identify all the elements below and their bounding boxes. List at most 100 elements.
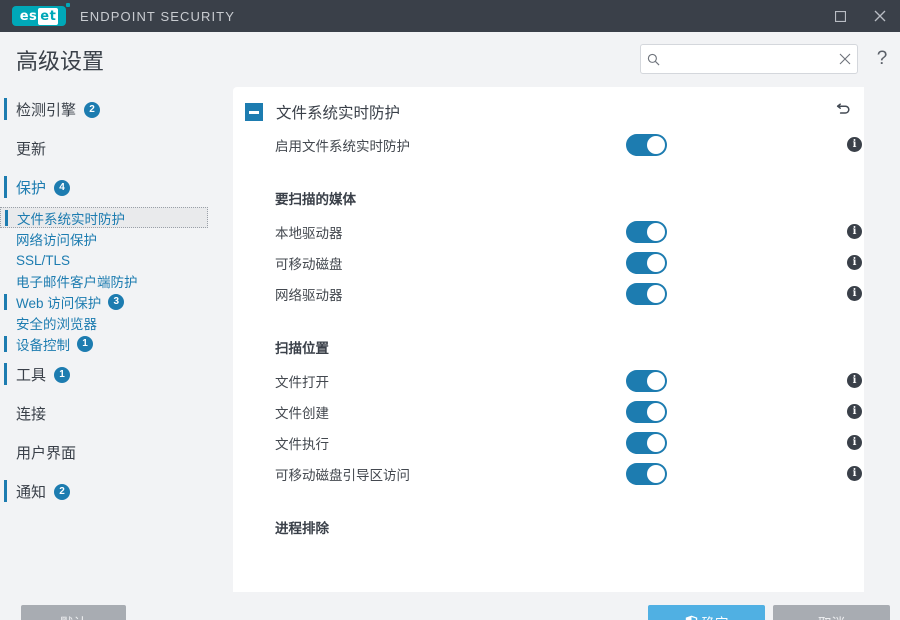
toggle-knob	[647, 402, 665, 421]
sidebar-subitem-label: SSL/TLS	[16, 252, 71, 268]
setting-toggle[interactable]	[626, 462, 667, 485]
sidebar-subitem-2-4[interactable]: Web 访问保护 3	[0, 292, 233, 312]
sidebar-subitem-label: 电子邮件客户端防护	[16, 275, 138, 290]
help-icon[interactable]: ?	[874, 48, 890, 70]
sidebar-item-badge: 2	[54, 483, 71, 500]
info-icon[interactable]: i	[847, 373, 862, 388]
settings-group-heading: 扫描位置	[275, 341, 329, 356]
info-icon[interactable]: i	[847, 224, 862, 239]
sidebar: 检测引擎 2 更新 保护 4 文件系统实时防护 网络访问保护 SSL/TLS 电子邮件客户端防护…	[0, 87, 233, 592]
sidebar-subitem-label: 文件系统实时防护	[17, 211, 125, 227]
shield-icon	[685, 615, 698, 620]
sidebar-active-marker	[4, 336, 7, 352]
sidebar-item-2[interactable]: 保护 4	[0, 168, 233, 207]
toggle-knob	[647, 371, 665, 390]
sidebar-subitem-2-0[interactable]: 文件系统实时防护	[0, 207, 208, 228]
setting-toggle[interactable]	[626, 251, 667, 274]
settings-list: 启用文件系统实时防护 i 要扫描的媒体 本地驱动器 i 可移动磁盘 i 网络驱动器 i 扫描位置文…	[233, 129, 864, 537]
setting-row: 文件创建 i	[233, 396, 864, 427]
sidebar-group: 工具 1	[0, 355, 233, 394]
setting-label: 文件创建	[275, 405, 329, 421]
search-area: ?	[640, 44, 890, 74]
sidebar-subitem-2-6[interactable]: 设备控制 1	[0, 334, 233, 354]
sidebar-active-marker	[4, 480, 7, 502]
body: 检测引擎 2 更新 保护 4 文件系统实时防护 网络访问保护 SSL/TLS 电子邮件客户端防护…	[0, 87, 900, 592]
info-icon[interactable]: i	[847, 286, 862, 301]
setting-label: 网络驱动器	[275, 287, 343, 303]
sidebar-item-label: 保护	[16, 180, 47, 197]
search-box[interactable]	[640, 44, 858, 74]
clear-search-icon[interactable]	[839, 53, 851, 65]
sidebar-subitem-label: Web 访问保护	[16, 296, 102, 311]
sidebar-subitem-label: 设备控制	[16, 338, 70, 353]
setting-label: 文件打开	[275, 374, 329, 390]
setting-label: 可移动磁盘引导区访问	[275, 467, 410, 483]
setting-toggle[interactable]	[626, 133, 667, 156]
sidebar-item-badge: 4	[54, 179, 71, 196]
setting-row: 本地驱动器 i	[233, 216, 864, 247]
sidebar-item-3[interactable]: 工具 1	[0, 355, 233, 394]
sidebar-item-5[interactable]: 用户界面	[0, 433, 233, 472]
page-title: 高级设置	[16, 48, 105, 74]
setting-toggle[interactable]	[626, 431, 667, 454]
settings-group-heading: 进程排除	[275, 521, 329, 536]
info-icon[interactable]: i	[847, 466, 862, 481]
sidebar-item-4[interactable]: 连接	[0, 394, 233, 433]
content-scroll[interactable]: 文件系统实时防护 启用文件系统实时防护 i 要扫描的媒体 本地驱动器 i 可移动磁盘 i 网络…	[233, 87, 864, 592]
sidebar-item-label: 通知	[16, 484, 47, 501]
search-input[interactable]	[664, 52, 835, 66]
sidebar-subitem-label: 安全的浏览器	[16, 317, 97, 332]
cancel-button[interactable]: 取消	[773, 605, 890, 620]
info-icon[interactable]: i	[847, 435, 862, 450]
minus-square-icon[interactable]	[245, 103, 263, 121]
sidebar-active-marker	[4, 176, 7, 198]
sidebar-subitem-label: 网络访问保护	[16, 233, 97, 248]
sidebar-subitem-2-1[interactable]: 网络访问保护	[0, 229, 233, 249]
setting-row: 可移动磁盘 i	[233, 247, 864, 278]
info-icon[interactable]: i	[847, 255, 862, 270]
eset-logo: es et	[12, 3, 70, 26]
setting-toggle[interactable]	[626, 282, 667, 305]
logo-text-es: es	[19, 8, 38, 24]
sidebar-subitem-2-5[interactable]: 安全的浏览器	[0, 313, 233, 333]
info-icon[interactable]: i	[847, 404, 862, 419]
app-title: ENDPOINT SECURITY	[80, 8, 235, 24]
sidebar-item-1[interactable]: 更新	[0, 129, 233, 168]
page-header: 高级设置 ?	[0, 32, 900, 87]
sidebar-group: 检测引擎 2	[0, 90, 233, 129]
eset-logo-mark: es et	[12, 3, 70, 26]
maximize-icon[interactable]	[820, 0, 860, 32]
sidebar-item-label: 连接	[16, 406, 47, 423]
section-header: 文件系统实时防护	[233, 87, 864, 123]
sidebar-item-0[interactable]: 检测引擎 2	[0, 90, 233, 129]
setting-label: 本地驱动器	[275, 225, 343, 241]
sidebar-item-label: 检测引擎	[16, 102, 77, 119]
sidebar-active-marker	[4, 294, 7, 310]
toggle-knob	[647, 135, 665, 154]
search-icon	[647, 53, 660, 66]
sidebar-subitem-2-3[interactable]: 电子邮件客户端防护	[0, 271, 233, 291]
sidebar-active-marker	[4, 363, 7, 385]
sidebar-group: 用户界面	[0, 433, 233, 472]
close-icon[interactable]	[860, 0, 900, 32]
sidebar-subitem-2-2[interactable]: SSL/TLS	[0, 250, 233, 270]
ok-button[interactable]: 确定	[648, 605, 765, 620]
toggle-knob	[647, 284, 665, 303]
sidebar-item-badge: 1	[54, 366, 71, 383]
setting-toggle[interactable]	[626, 220, 667, 243]
sidebar-item-6[interactable]: 通知 2	[0, 472, 233, 511]
setting-label: 启用文件系统实时防护	[275, 138, 410, 154]
setting-row: 网络驱动器 i	[233, 278, 864, 309]
settings-group-heading: 要扫描的媒体	[275, 192, 356, 207]
sidebar-group: 连接	[0, 394, 233, 433]
info-icon[interactable]: i	[847, 137, 862, 152]
default-button[interactable]: 默认	[21, 605, 126, 620]
setting-row: 可移动磁盘引导区访问 i	[233, 458, 864, 489]
setting-toggle[interactable]	[626, 400, 667, 423]
sidebar-group: 通知 2	[0, 472, 233, 511]
setting-toggle[interactable]	[626, 369, 667, 392]
sidebar-active-marker	[5, 210, 8, 226]
undo-arrow-icon[interactable]	[836, 99, 852, 115]
setting-label: 文件执行	[275, 436, 329, 452]
toggle-knob	[647, 253, 665, 272]
